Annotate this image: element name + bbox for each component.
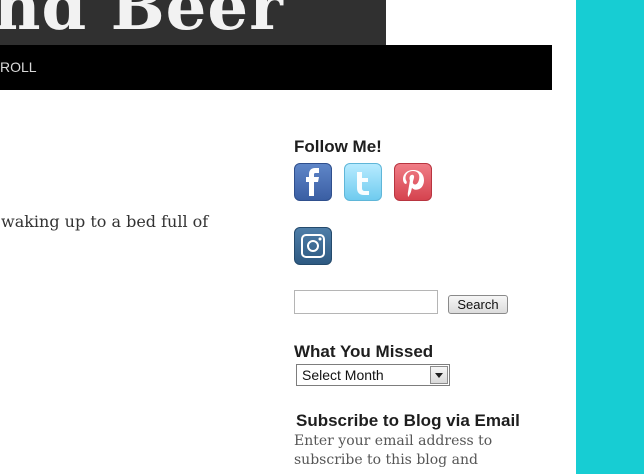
subscribe-widget-title: Subscribe to Blog via Email [296,411,520,430]
main-navigation: ROLL [0,45,552,90]
month-select[interactable]: Select Month [296,364,450,386]
site-title[interactable]: nd Beer [0,0,284,40]
search-button[interactable]: Search [448,295,508,314]
pinterest-icon[interactable] [394,163,432,201]
teal-background-stripe [576,0,644,474]
month-select-value: Select Month [302,367,384,383]
post-excerpt-text: waking up to a bed full of [1,212,209,231]
site-header-banner[interactable]: nd Beer [0,0,386,45]
search-input[interactable] [294,290,438,314]
follow-widget-title: Follow Me! [294,137,382,156]
instagram-icon[interactable] [294,227,332,265]
nav-item-roll[interactable]: ROLL [0,59,37,75]
archive-widget-title: What You Missed [294,342,434,361]
browser-page: nd Beer ROLL waking up to a bed full of … [0,0,644,474]
chevron-down-icon[interactable] [430,366,448,384]
subscribe-description: Enter your email address to subscribe to… [294,433,493,468]
twitter-icon[interactable] [344,163,382,201]
facebook-icon[interactable] [294,163,332,201]
